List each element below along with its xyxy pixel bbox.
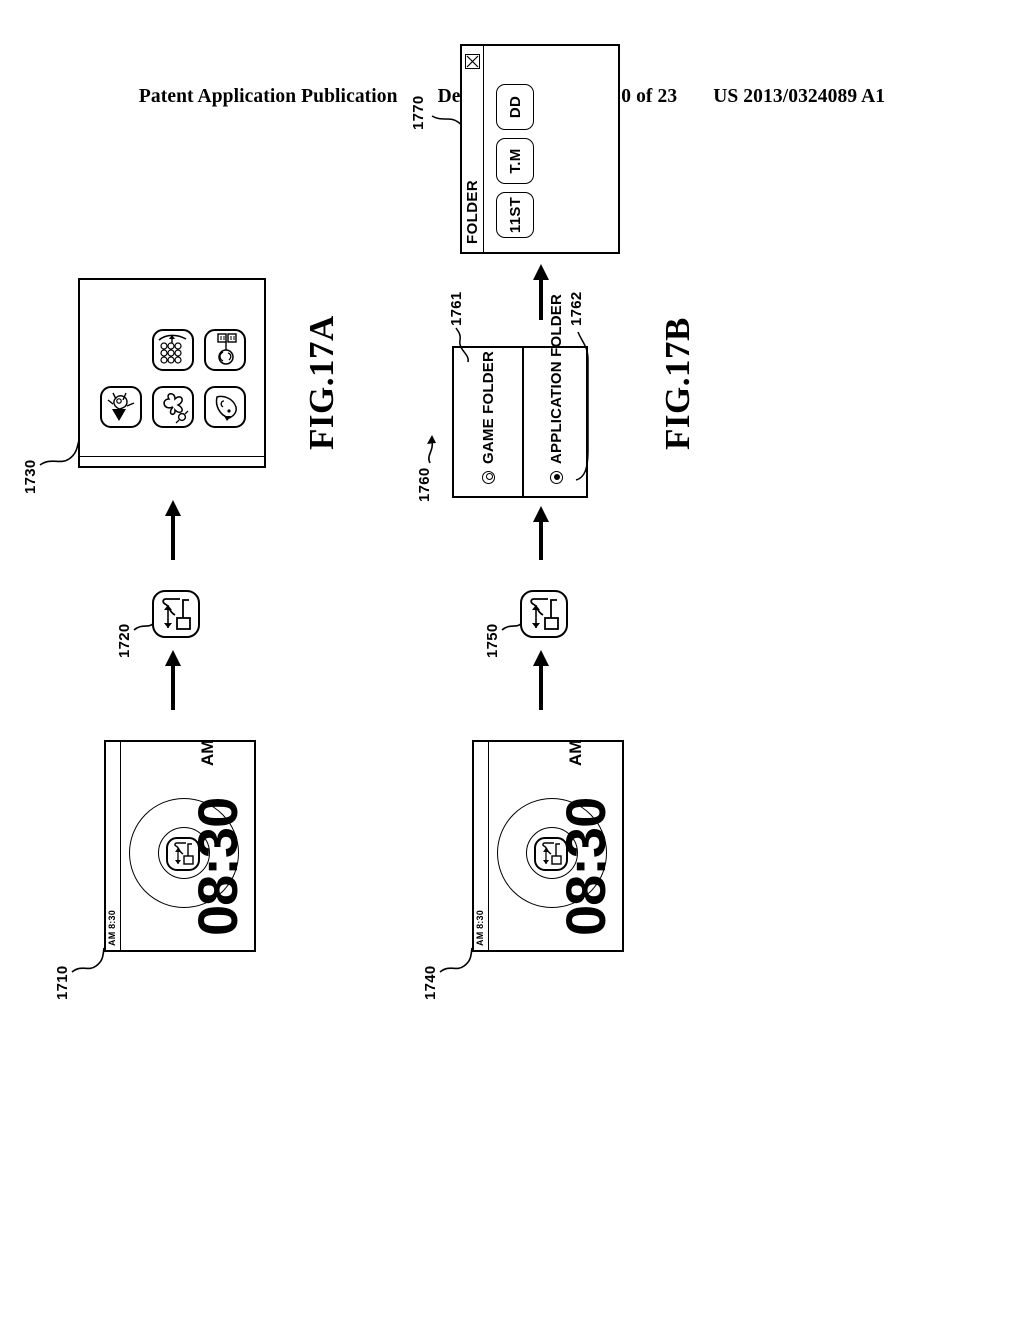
gesture-glyph-icon [530,598,559,630]
app-icon-5[interactable] [204,329,246,371]
leader-line-1761 [455,327,469,363]
radio-unselected-icon[interactable] [482,471,495,484]
patent-drawing: 1710 AM 8:30 08:30 AM 1720 1730 FIG.17A … [12,10,712,1010]
folder-title: FOLDER [464,179,481,244]
ref-1770: 1770 [410,95,427,130]
flow-arrow-5 [533,264,549,320]
patent-number: US 2013/0324089 A1 [713,86,886,107]
dialog-option-label-game-folder: GAME FOLDER [480,350,497,464]
ref-1760: 1760 [416,467,433,502]
folder-item-1[interactable]: 11ST [496,192,534,238]
clock-time: 08:30 [554,797,617,936]
leader-line-1760 [427,435,436,464]
leader-line-1762 [575,331,589,481]
app-icon-1[interactable] [100,386,142,428]
folder-item-3[interactable]: DD [496,84,534,130]
flow-arrow-2 [165,500,181,560]
clock-ampm: AM [566,739,585,766]
ref-1710: 1710 [54,965,71,1000]
app-glyph-3-icon [158,334,187,364]
app-icon-2[interactable] [152,386,194,428]
folder-item-2[interactable]: T.M [496,138,534,184]
ref-1720: 1720 [116,623,133,658]
figure-label-17b: FIG.17B [658,317,697,450]
gesture-icon-1720[interactable] [152,590,200,638]
radio-selected-icon[interactable] [550,471,563,484]
flow-arrow-1 [165,650,181,710]
app-glyph-1-icon [107,392,135,421]
leader-line-1740 [439,947,473,973]
flow-arrow-3 [533,650,549,710]
flow-arrow-4 [533,506,549,560]
app-glyph-4-icon [215,395,237,421]
ref-1750: 1750 [484,623,501,658]
clock-screen-1740[interactable]: AM 8:30 08:30 AM [472,740,624,952]
clock-ampm: AM [198,739,217,766]
ref-1762: 1762 [568,291,585,326]
clock-screen-1710[interactable]: AM 8:30 08:30 AM [104,740,256,952]
status-bar-time: AM 8:30 [475,910,485,946]
app-glyph-5-icon [217,333,237,365]
app-glyph-2-icon [163,393,189,424]
status-bar-time: AM 8:30 [107,910,117,946]
gesture-icon-1750[interactable] [520,590,568,638]
app-icon-3[interactable] [152,329,194,371]
app-grid-screen-1730[interactable] [78,278,266,468]
dialog-option-game-folder[interactable]: GAME FOLDER [454,348,522,496]
leader-line-1710 [71,947,105,973]
folder-screen-1770[interactable]: FOLDER 11ST T.M DD [460,44,620,254]
page-edge-line [80,456,264,457]
status-bar: AM 8:30 [474,742,489,950]
status-bar: AM 8:30 [106,742,121,950]
figure-label-17a: FIG.17A [302,315,341,450]
ref-1730: 1730 [22,459,39,494]
clock-time: 08:30 [186,797,249,936]
ref-1740: 1740 [422,965,439,1000]
app-icon-4[interactable] [204,386,246,428]
close-icon[interactable] [465,54,480,69]
gesture-glyph-icon [162,598,191,630]
ref-1761: 1761 [448,291,465,326]
close-x-glyph-icon [466,55,479,68]
